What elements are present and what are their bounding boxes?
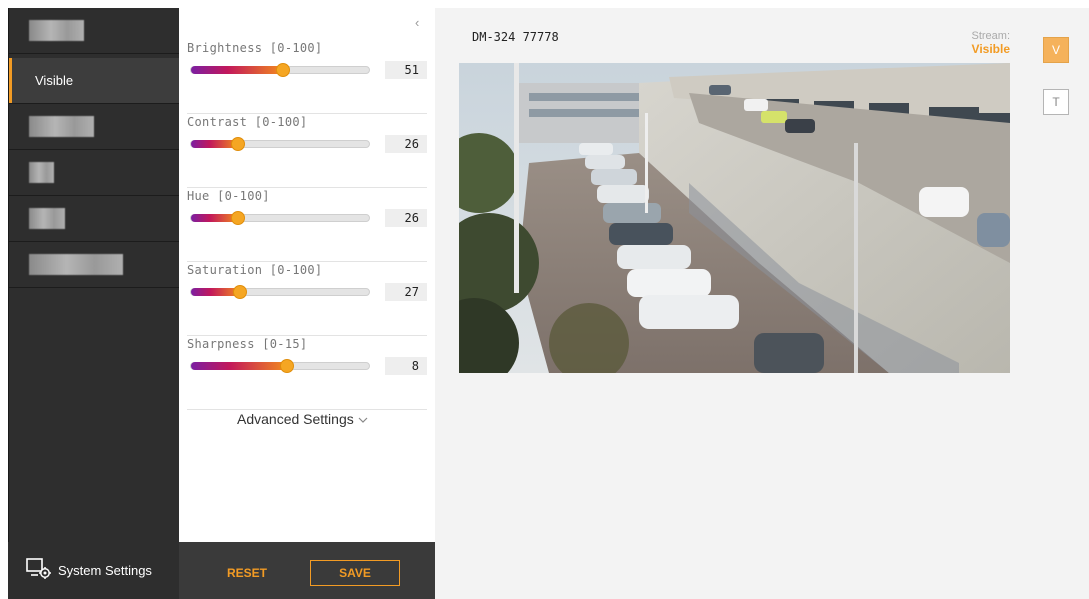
slider-thumb[interactable] <box>280 359 294 373</box>
brightness-value[interactable]: 51 <box>385 61 427 79</box>
hue-value[interactable]: 26 <box>385 209 427 227</box>
stream-indicator: Stream: Visible <box>920 30 1010 56</box>
collapse-panel-icon[interactable]: ‹ <box>415 15 419 30</box>
sharpness-setting: Sharpness [0-15] 8 <box>179 337 435 411</box>
monitor-gear-icon <box>26 558 52 583</box>
contrast-slider[interactable] <box>190 137 370 151</box>
slider-thumb[interactable] <box>233 285 247 299</box>
chevron-down-icon <box>358 411 368 427</box>
divider <box>187 187 427 188</box>
redacted-label <box>29 254 123 275</box>
sidebar-item-redacted-1[interactable] <box>9 8 180 54</box>
visible-stream-button[interactable]: V <box>1043 37 1069 63</box>
system-settings-button[interactable]: System Settings <box>8 542 179 599</box>
divider <box>187 113 427 114</box>
brightness-setting: Brightness [0-100] 51 <box>179 41 435 115</box>
sidebar-item-label: Visible <box>35 73 74 88</box>
image-settings-panel: ‹ Brightness [0-100] 51 Contrast [0-100]… <box>179 8 435 542</box>
thermal-stream-button[interactable]: T <box>1043 89 1069 115</box>
brightness-label: Brightness [0-100] <box>187 41 323 55</box>
camera-video-feed[interactable] <box>459 63 1010 373</box>
panel-footer: RESET SAVE <box>179 542 435 599</box>
saturation-label: Saturation [0-100] <box>187 263 323 277</box>
slider-thumb[interactable] <box>276 63 290 77</box>
divider <box>187 409 427 410</box>
hue-slider[interactable] <box>190 211 370 225</box>
save-button[interactable]: SAVE <box>310 560 400 586</box>
sidebar-item-redacted-3[interactable] <box>9 150 180 196</box>
divider <box>187 335 427 336</box>
redacted-label <box>29 20 84 41</box>
advanced-settings-toggle[interactable]: Advanced Settings <box>237 411 368 427</box>
sidebar: Visible <box>8 8 180 599</box>
saturation-setting: Saturation [0-100] 27 <box>179 263 435 337</box>
brightness-slider[interactable] <box>190 63 370 77</box>
sharpness-label: Sharpness [0-15] <box>187 337 308 351</box>
redacted-label <box>29 116 94 137</box>
slider-fill <box>191 66 283 74</box>
redacted-label <box>29 162 54 183</box>
slider-thumb[interactable] <box>231 137 245 151</box>
divider <box>187 261 427 262</box>
parking-lot-scene <box>459 63 1010 373</box>
contrast-label: Contrast [0-100] <box>187 115 308 129</box>
saturation-slider[interactable] <box>190 285 370 299</box>
system-settings-label: System Settings <box>58 563 152 578</box>
contrast-setting: Contrast [0-100] 26 <box>179 115 435 189</box>
advanced-settings-label: Advanced Settings <box>237 411 354 427</box>
sidebar-item-visible[interactable]: Visible <box>9 58 180 104</box>
hue-setting: Hue [0-100] 26 <box>179 189 435 263</box>
sidebar-item-redacted-4[interactable] <box>9 196 180 242</box>
slider-thumb[interactable] <box>231 211 245 225</box>
camera-name: DM-324 77778 <box>472 30 559 44</box>
contrast-value[interactable]: 26 <box>385 135 427 153</box>
redacted-label <box>29 208 65 229</box>
sidebar-item-redacted-2[interactable] <box>9 104 180 150</box>
slider-fill <box>191 362 287 370</box>
reset-button[interactable]: RESET <box>227 566 267 580</box>
saturation-value[interactable]: 27 <box>385 283 427 301</box>
hue-label: Hue [0-100] <box>187 189 270 203</box>
sidebar-item-redacted-5[interactable] <box>9 242 180 288</box>
stream-value: Visible <box>971 42 1010 56</box>
sharpness-value[interactable]: 8 <box>385 357 427 375</box>
sharpness-slider[interactable] <box>190 359 370 373</box>
